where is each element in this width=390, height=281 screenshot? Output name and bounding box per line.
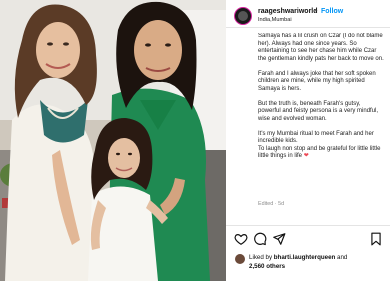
red-heart-emoji: ❤: [303, 153, 309, 159]
separator-dot: •: [315, 8, 318, 15]
post-photo: [0, 0, 226, 281]
bookmark-icon: [371, 232, 381, 246]
liker-avatar[interactable]: [235, 254, 245, 264]
post-sidebar: raageshwariworld • Follow India,Mumbai S…: [226, 0, 390, 281]
heart-icon: [234, 234, 248, 245]
post-header: raageshwariworld • Follow India,Mumbai: [226, 0, 390, 28]
likes-count-link[interactable]: 2,560 others: [249, 263, 285, 270]
comment-button[interactable]: [253, 232, 267, 246]
photo-illustration: [0, 0, 226, 281]
share-button[interactable]: [272, 232, 286, 246]
caption-text: It's my Mumbai ritual to meet Farah and …: [258, 130, 374, 145]
location-link[interactable]: India,Mumbai: [258, 17, 292, 23]
caption-paragraph: Samaya has a lil crush on Czar (I do not…: [258, 33, 384, 62]
liker-username-link[interactable]: bharti.laughterqueen: [274, 254, 336, 261]
save-button[interactable]: [369, 232, 383, 246]
liked-by-and: and: [335, 254, 348, 261]
caption-paragraph: But the truth is, beneath Farah's gutsy,…: [258, 100, 379, 122]
caption-paragraph: It's my Mumbai ritual to meet Farah and …: [258, 131, 384, 161]
divider: [226, 225, 390, 226]
follow-button[interactable]: Follow: [321, 8, 343, 15]
avatar-image: [238, 11, 248, 21]
edited-timestamp: Edited · 5d: [258, 201, 285, 207]
like-button[interactable]: [234, 232, 248, 246]
action-bar: [226, 232, 390, 248]
likes-count: 2,560 others: [249, 263, 286, 270]
comment-icon: [254, 232, 267, 246]
username-link[interactable]: raageshwariworld: [258, 8, 318, 15]
avatar[interactable]: [234, 7, 252, 25]
share-icon: [273, 233, 286, 245]
caption-text: To laugh non stop and be grateful for li…: [258, 145, 381, 160]
caption-paragraph: Farah and I always joke that her soft sp…: [258, 70, 376, 92]
liked-by-prefix: Liked by: [249, 254, 274, 261]
post-caption: Samaya has a lil crush on Czar (I do not…: [258, 33, 384, 211]
liked-by-text: Liked by bharti.laughterqueen and: [249, 254, 347, 261]
